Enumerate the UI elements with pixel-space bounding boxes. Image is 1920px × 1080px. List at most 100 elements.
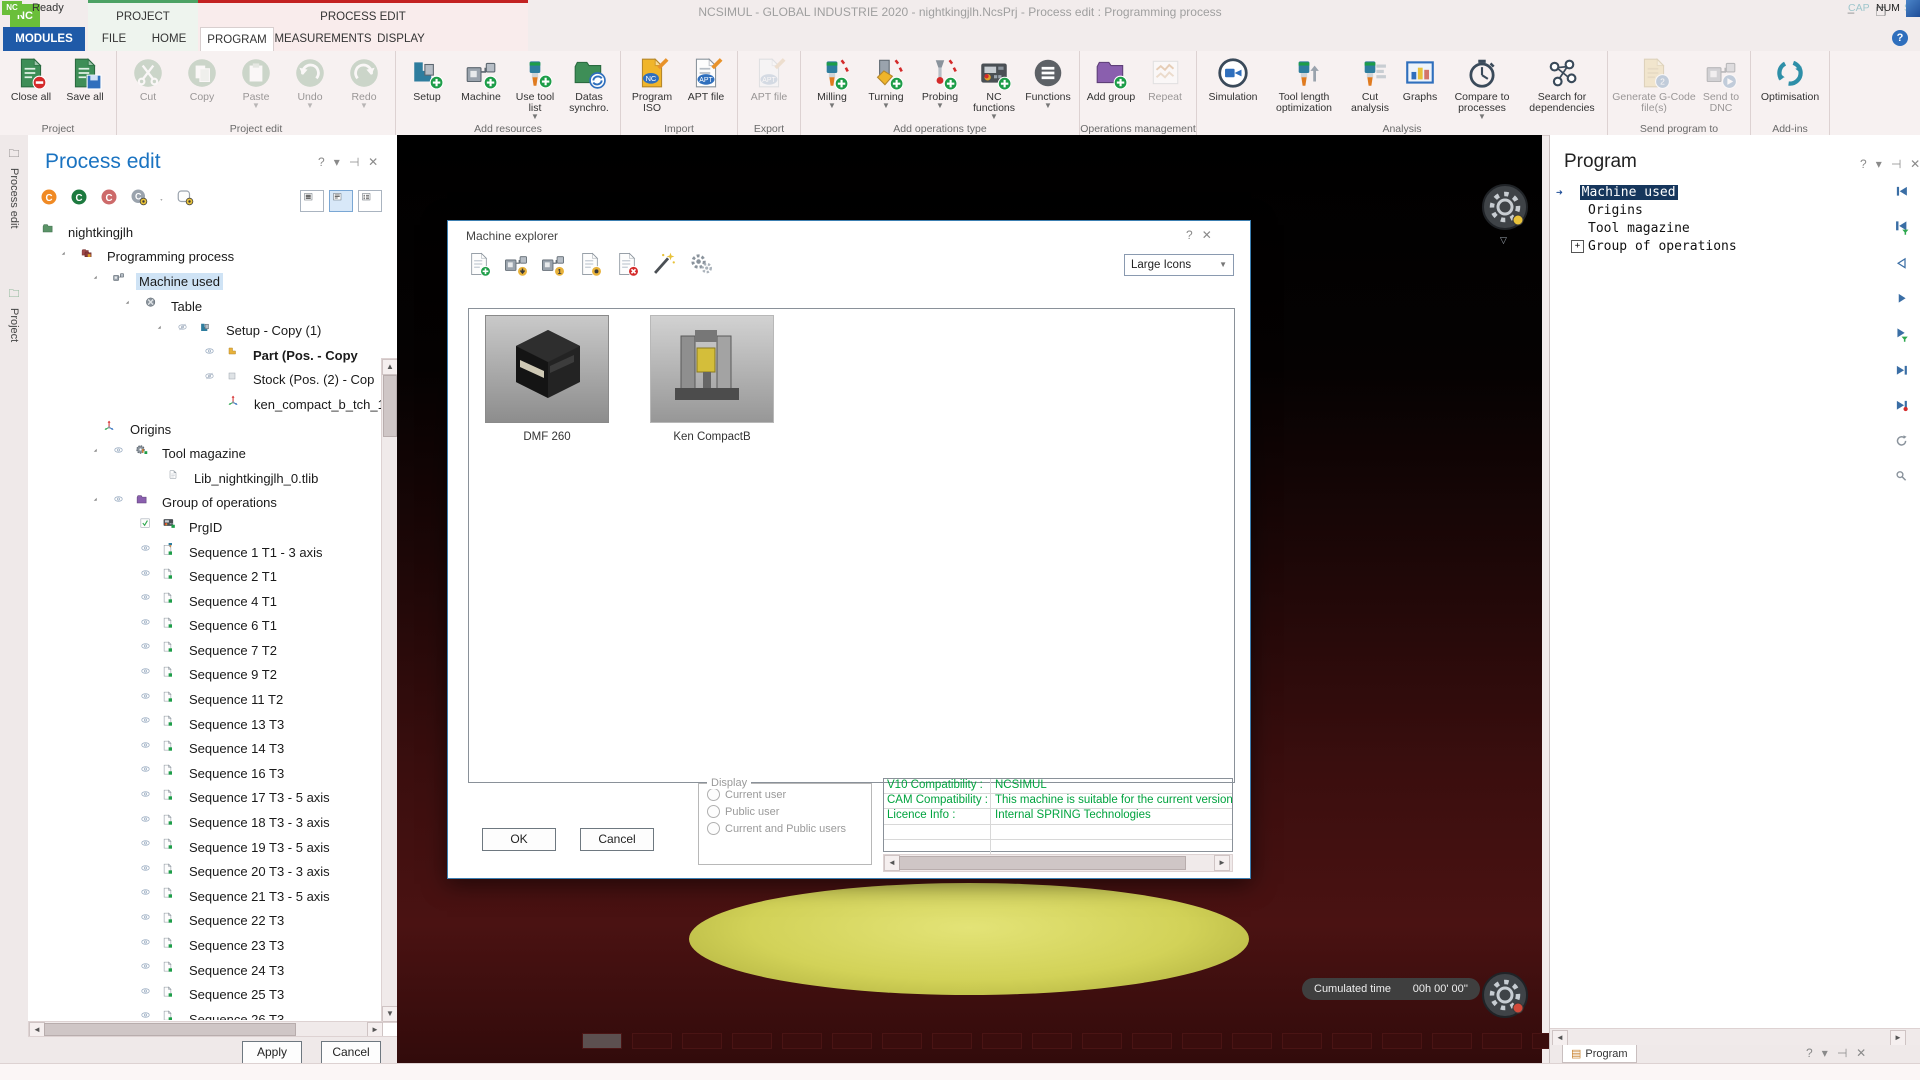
ribbon-button-functions[interactable]: Functions▼ xyxy=(1021,53,1075,109)
tree-item-table[interactable]: Table xyxy=(28,294,383,319)
caret-icon[interactable] xyxy=(90,494,108,512)
tree-item-sequence-22-t3[interactable]: Sequence 22 T3 xyxy=(28,909,383,934)
status-gray-gear-icon[interactable]: C xyxy=(130,188,154,215)
eye-icon[interactable] xyxy=(140,912,158,930)
program-tree-item-machine-used[interactable]: ➜Machine used xyxy=(1556,183,1739,201)
tree-item-sequence-25-t3[interactable]: Sequence 25 T3 xyxy=(28,982,383,1007)
tab-display[interactable]: DISPLAY xyxy=(372,27,430,51)
tree-item-origins[interactable]: Origins xyxy=(28,417,383,442)
eye-icon[interactable] xyxy=(113,494,131,512)
ok-button[interactable]: OK xyxy=(482,828,556,851)
tree-item-sequence-23-t3[interactable]: Sequence 23 T3 xyxy=(28,933,383,958)
tree-item-sequence-17-t3-5-axis[interactable]: Sequence 17 T3 - 5 axis xyxy=(28,786,383,811)
tree-item-sequence-26-t3[interactable]: Sequence 26 T3 xyxy=(28,1007,383,1020)
eye-icon[interactable] xyxy=(140,937,158,955)
eye-icon[interactable] xyxy=(140,838,158,856)
step-forward-icon[interactable] xyxy=(1894,292,1916,315)
table-horizontal-scrollbar[interactable]: ◄ ► xyxy=(883,854,1231,871)
scroll-down-icon[interactable]: ▼ xyxy=(382,1006,398,1022)
tree-item-setup-copy-1[interactable]: Setup - Copy (1) xyxy=(28,318,383,343)
scroll-right-icon[interactable]: ► xyxy=(1214,855,1230,871)
skip-start-icon[interactable] xyxy=(1894,185,1916,208)
eye-icon[interactable] xyxy=(140,740,158,758)
tree-item-sequence-9-t2[interactable]: Sequence 9 T2 xyxy=(28,663,383,688)
ribbon-button-cut-analysis[interactable]: Cut analysis xyxy=(1343,53,1397,114)
machine-item-dmf-260[interactable]: DMF 260 xyxy=(485,315,609,443)
eye-icon[interactable] xyxy=(140,715,158,733)
program-horizontal-scrollbar[interactable]: ◄ ► xyxy=(1550,1028,1920,1046)
pin-icon[interactable]: ⊤ xyxy=(1835,1048,1849,1058)
chevron-down-icon[interactable]: ▾ xyxy=(1822,1046,1828,1060)
ribbon-button-add-group[interactable]: Add group xyxy=(1084,53,1138,103)
ribbon-button-use-tool-list[interactable]: Use tool list▼ xyxy=(508,53,562,120)
list-large-icon[interactable] xyxy=(300,190,324,212)
settings-icon[interactable] xyxy=(688,251,714,280)
tree-item-sequence-7-t2[interactable]: Sequence 7 T2 xyxy=(28,638,383,663)
ribbon-button-search-for-dependencies[interactable]: Search for dependencies xyxy=(1521,53,1603,114)
wizard-icon[interactable] xyxy=(651,251,677,280)
tree-item-part-pos-copy[interactable]: Part (Pos. - Copy xyxy=(28,343,383,368)
tab-home[interactable]: HOME xyxy=(140,27,198,51)
dropdown-icon[interactable] xyxy=(160,188,170,215)
ribbon-button-apt-file[interactable]: APTAPT file xyxy=(679,53,733,103)
tree-item-prgid[interactable]: PrgID xyxy=(28,515,383,540)
tree-item-stock-pos-2-cop[interactable]: Stock (Pos. (2) - Cop xyxy=(28,368,383,393)
tree-item-sequence-1-t1-3-axis[interactable]: Sequence 1 T1 - 3 axis xyxy=(28,540,383,565)
status-orange-icon[interactable]: C xyxy=(40,188,64,215)
simulation-settings-gear-icon[interactable] xyxy=(1480,970,1530,1020)
help-icon[interactable]: ? xyxy=(1892,30,1908,46)
skip-start-filter-icon[interactable] xyxy=(1894,220,1916,245)
eye-icon[interactable] xyxy=(113,445,131,463)
scrollbar-thumb[interactable] xyxy=(383,375,397,437)
tree-item-programming-process[interactable]: Programming process xyxy=(28,245,383,270)
eye-icon[interactable] xyxy=(140,863,158,881)
eye-icon[interactable] xyxy=(140,592,158,610)
ribbon-button-optimisation[interactable]: Optimisation xyxy=(1755,53,1825,103)
tree-item-nightkingjlh[interactable]: nightkingjlh xyxy=(28,220,383,245)
side-tab-process-edit[interactable]: 🗀 Process edit xyxy=(2,145,26,255)
program-tree-item-tool-magazine[interactable]: Tool magazine xyxy=(1556,219,1739,237)
chevron-down-icon[interactable]: ▾ xyxy=(334,155,340,169)
eye-icon[interactable] xyxy=(140,986,158,1004)
tree-item-tool-magazine[interactable]: Tool magazine xyxy=(28,441,383,466)
tree-item-sequence-21-t3-5-axis[interactable]: Sequence 21 T3 - 5 axis xyxy=(28,884,383,909)
close-icon[interactable]: ✕ xyxy=(1856,1046,1866,1060)
checkbox-icon[interactable] xyxy=(140,518,158,536)
expand-icon[interactable]: + xyxy=(1571,240,1584,253)
machine-item-ken-compactb[interactable]: Ken CompactB xyxy=(650,315,774,443)
ribbon-button-close-all[interactable]: Close all xyxy=(4,53,58,103)
scroll-right-icon[interactable]: ► xyxy=(1890,1030,1906,1046)
machine-list[interactable]: DMF 260 Ken CompactB xyxy=(468,308,1235,783)
document-properties-icon[interactable] xyxy=(577,251,603,280)
eye-icon[interactable] xyxy=(140,568,158,586)
cancel-button[interactable]: Cancel xyxy=(321,1041,381,1064)
import-machine-icon[interactable] xyxy=(503,251,529,280)
scrollbar-thumb[interactable] xyxy=(899,856,1186,870)
eye-icon[interactable] xyxy=(140,814,158,832)
ribbon-button-save-all[interactable]: Save all xyxy=(58,53,112,103)
help-icon[interactable]: ? xyxy=(1186,228,1193,242)
add-document-icon[interactable] xyxy=(466,251,492,280)
tree-item-machine-used[interactable]: Machine used xyxy=(28,269,383,294)
ribbon-button-simulation[interactable]: Simulation xyxy=(1201,53,1265,103)
list-detail-icon[interactable] xyxy=(358,190,382,212)
view-settings-gear-icon[interactable] xyxy=(1480,182,1530,232)
apply-button[interactable]: Apply xyxy=(242,1041,302,1064)
close-icon[interactable]: ✕ xyxy=(1910,157,1920,171)
delete-document-icon[interactable] xyxy=(614,251,640,280)
caret-icon[interactable] xyxy=(90,272,108,290)
program-tree-item-group-of-operations[interactable]: +Group of operations xyxy=(1556,237,1739,255)
tree-item-sequence-11-t2[interactable]: Sequence 11 T2 xyxy=(28,687,383,712)
frame-gear-icon[interactable] xyxy=(176,188,200,215)
tree-item-group-of-operations[interactable]: Group of operations xyxy=(28,491,383,516)
eye-icon[interactable] xyxy=(140,764,158,782)
caret-icon[interactable] xyxy=(90,445,108,463)
ribbon-button-compare-to-processes[interactable]: Compare to processes▼ xyxy=(1443,53,1521,120)
scroll-left-icon[interactable]: ◄ xyxy=(1552,1030,1568,1046)
tree-item-sequence-18-t3-3-axis[interactable]: Sequence 18 T3 - 3 axis xyxy=(28,810,383,835)
view-settings-chevron-icon[interactable]: ▽ xyxy=(1500,235,1507,246)
ribbon-button-probing[interactable]: Probing▼ xyxy=(913,53,967,109)
forward-filter-icon[interactable] xyxy=(1894,327,1916,352)
tab-file[interactable]: FILE xyxy=(88,27,140,51)
help-icon[interactable]: ? xyxy=(318,155,325,169)
